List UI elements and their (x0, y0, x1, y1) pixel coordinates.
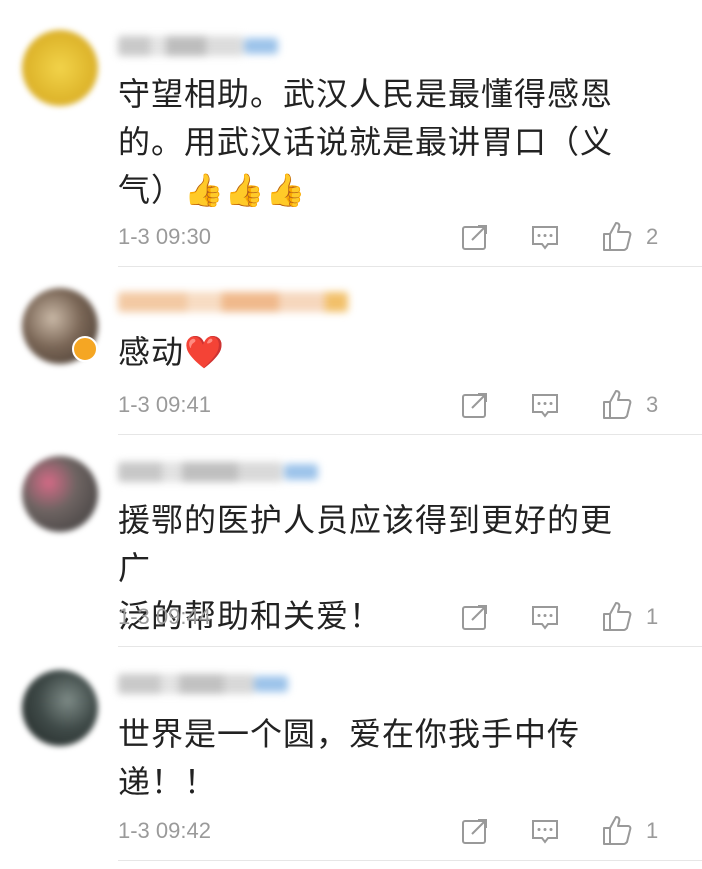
user-badge (254, 676, 288, 692)
timestamp: 1-3 09:42 (118, 818, 211, 843)
username[interactable] (118, 292, 348, 312)
thumbs-up-icon[interactable] (600, 814, 634, 848)
timestamp: 1-3 09:41 (118, 392, 211, 417)
like-count: 3 (646, 392, 659, 417)
avatar[interactable] (22, 456, 98, 532)
timestamp: 1-3 09:44 (118, 604, 211, 629)
like-count: 1 (646, 818, 659, 843)
user-badge (244, 38, 278, 54)
comment-icon[interactable] (528, 600, 562, 634)
thumbs-up-icon[interactable] (600, 388, 634, 422)
user-badge (284, 464, 318, 480)
verified-badge-icon (72, 336, 98, 362)
like-count: 1 (646, 604, 659, 629)
divider (118, 434, 702, 435)
timestamp: 1-3 09:30 (118, 224, 211, 249)
comment-meta: 1-3 09:41 3 (118, 388, 662, 422)
like-count: 2 (646, 224, 659, 249)
comment-text: 守望相助。武汉人民是最懂得感恩 的。用武汉话说就是最讲胃口（义 气）👍👍👍 (118, 75, 614, 209)
share-icon[interactable] (458, 220, 492, 254)
comment-meta: 1-3 09:44 1 (118, 600, 662, 634)
thumbs-up-icon[interactable] (600, 600, 634, 634)
avatar[interactable] (22, 30, 98, 106)
comment-icon[interactable] (528, 388, 562, 422)
divider (118, 266, 702, 267)
thumbs-up-icon[interactable] (600, 220, 634, 254)
comment-meta: 1-3 09:42 1 (118, 814, 662, 848)
comment-meta: 1-3 09:30 2 (118, 220, 662, 254)
username[interactable] (118, 674, 288, 694)
divider (118, 646, 702, 647)
share-icon[interactable] (458, 388, 492, 422)
share-icon[interactable] (458, 814, 492, 848)
username[interactable] (118, 36, 278, 56)
username[interactable] (118, 462, 318, 482)
comment-icon[interactable] (528, 814, 562, 848)
comment-text: 世界是一个圆，爱在你我手中传 递！！ (118, 715, 581, 801)
comment-icon[interactable] (528, 220, 562, 254)
comment-text: 感动❤️ (118, 333, 225, 371)
divider (118, 860, 702, 861)
share-icon[interactable] (458, 600, 492, 634)
avatar[interactable] (22, 670, 98, 746)
